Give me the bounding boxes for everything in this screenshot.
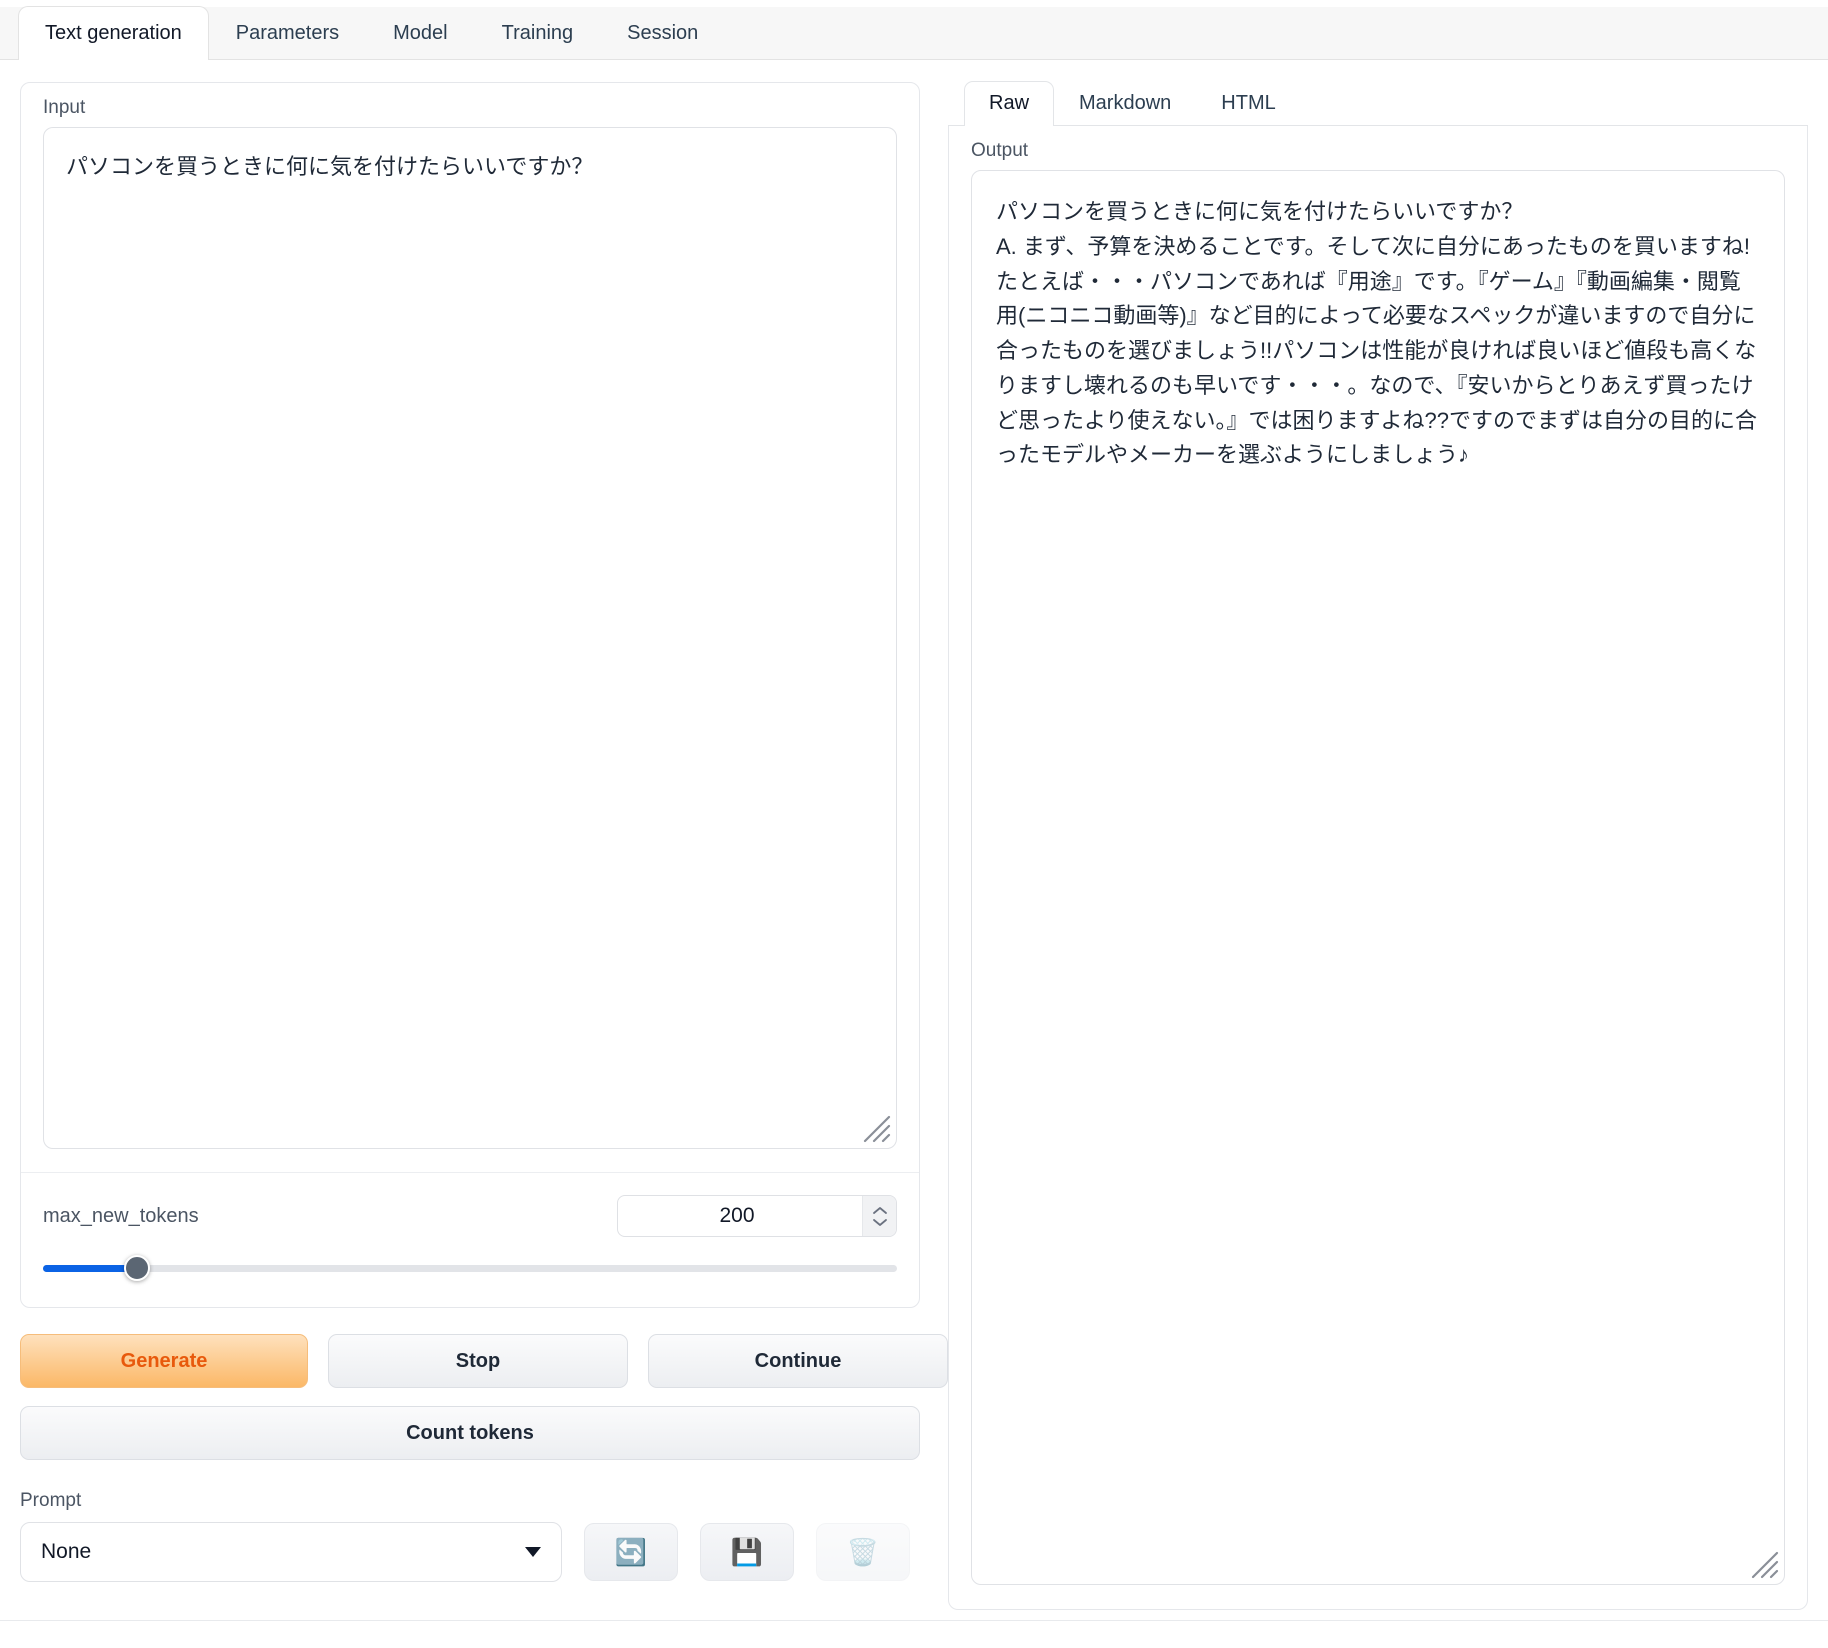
prompt-label: Prompt: [20, 1490, 82, 1511]
output-tab-bar: Raw Markdown HTML: [948, 81, 1808, 126]
right-column: Raw Markdown HTML Output パソコンを買うときに何に気を付…: [948, 81, 1808, 1610]
tab-label: Session: [627, 21, 699, 44]
left-column: Input パソコンを買うときに何に気を付けたらいいですか？ max_new_t…: [20, 82, 948, 1610]
tab-session[interactable]: Session: [600, 6, 725, 59]
max-new-tokens-label: max_new_tokens: [43, 1204, 199, 1227]
output-panel: Output パソコンを買うときに何に気を付けたらいいですか？ A. まず、予算…: [948, 126, 1808, 1610]
tab-label: Parameters: [235, 21, 340, 44]
trash-icon: 🗑️: [846, 1536, 880, 1567]
slider-header-row: max_new_tokens 200: [43, 1195, 897, 1237]
tab-label: Training: [501, 21, 574, 44]
action-button-row: Generate Stop Continue: [20, 1334, 948, 1388]
prompt-select-value: None: [41, 1540, 92, 1563]
output-label: Output: [971, 140, 1029, 161]
input-textarea-wrapper[interactable]: パソコンを買うときに何に気を付けたらいいですか？: [43, 127, 897, 1149]
max-new-tokens-slider[interactable]: [43, 1255, 897, 1281]
prompt-select[interactable]: None: [20, 1522, 562, 1582]
count-tokens-button-label: Count tokens: [406, 1421, 534, 1444]
main-content: Input パソコンを買うときに何に気を付けたらいいですか？ max_new_t…: [0, 60, 1828, 1610]
slider-fill: [43, 1265, 137, 1272]
stop-button-label: Stop: [455, 1349, 501, 1372]
tab-label: Markdown: [1079, 92, 1172, 114]
input-panel: Input パソコンを買うときに何に気を付けたらいいですか？ max_new_t…: [20, 82, 920, 1308]
tab-html[interactable]: HTML: [1196, 81, 1300, 125]
output-resize-handle[interactable]: [1750, 1550, 1780, 1580]
tab-label: Raw: [989, 92, 1030, 114]
continue-button-label: Continue: [754, 1349, 842, 1372]
input-label: Input: [43, 97, 86, 118]
input-resize-handle[interactable]: [862, 1114, 892, 1144]
stop-button[interactable]: Stop: [328, 1334, 628, 1388]
tab-parameters[interactable]: Parameters: [209, 6, 366, 59]
tab-label: Text generation: [45, 21, 182, 44]
prompt-row: None 🔄 💾 🗑️: [20, 1522, 920, 1582]
save-prompt-button[interactable]: 💾: [700, 1523, 794, 1581]
tab-raw[interactable]: Raw: [964, 81, 1055, 126]
continue-button[interactable]: Continue: [648, 1334, 948, 1388]
max-new-tokens-number-box[interactable]: 200: [617, 1195, 897, 1237]
chevron-up-icon: [872, 1206, 887, 1214]
number-stepper[interactable]: [862, 1196, 896, 1236]
slider-track: [43, 1265, 897, 1272]
slider-thumb[interactable]: [123, 1255, 150, 1281]
max-new-tokens-control: max_new_tokens 200: [21, 1172, 919, 1307]
output-textarea-wrapper[interactable]: パソコンを買うときに何に気を付けたらいいですか？ A. まず、予算を決めることで…: [971, 170, 1785, 1585]
tab-training[interactable]: Training: [475, 6, 601, 59]
input-textarea[interactable]: パソコンを買うときに何に気を付けたらいいですか？: [44, 128, 896, 1148]
tab-text-generation[interactable]: Text generation: [18, 6, 209, 60]
chevron-down-icon: [525, 1547, 541, 1557]
refresh-icon: 🔄: [614, 1536, 648, 1567]
tab-label: HTML: [1221, 92, 1276, 114]
chevron-down-icon: [872, 1218, 887, 1226]
main-tab-bar: Text generation Parameters Model Trainin…: [0, 0, 1828, 60]
bottom-divider: [0, 1620, 1828, 1648]
floppy-disk-icon: 💾: [730, 1536, 764, 1567]
generate-button-label: Generate: [120, 1349, 208, 1372]
app-root: Text generation Parameters Model Trainin…: [0, 0, 1828, 1648]
count-tokens-button[interactable]: Count tokens: [20, 1406, 920, 1460]
delete-prompt-button[interactable]: 🗑️: [816, 1523, 910, 1581]
refresh-prompt-button[interactable]: 🔄: [584, 1523, 678, 1581]
max-new-tokens-value[interactable]: 200: [618, 1204, 862, 1228]
output-textarea[interactable]: パソコンを買うときに何に気を付けたらいいですか？ A. まず、予算を決めることで…: [972, 171, 1784, 473]
tab-markdown[interactable]: Markdown: [1054, 81, 1196, 125]
generate-button[interactable]: Generate: [20, 1334, 308, 1388]
tab-model[interactable]: Model: [366, 6, 474, 59]
tab-label: Model: [393, 21, 448, 44]
prompt-section: Prompt None 🔄 💾 🗑️: [20, 1490, 920, 1582]
